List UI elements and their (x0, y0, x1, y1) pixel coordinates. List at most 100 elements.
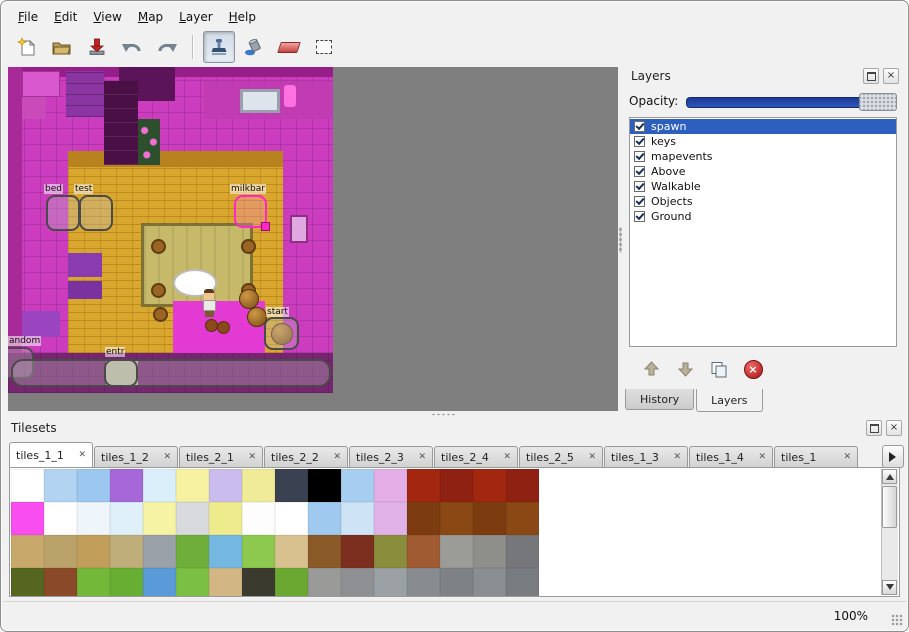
menu-file[interactable]: File (11, 8, 45, 26)
tileset-tile[interactable] (209, 502, 242, 535)
tab-close-icon[interactable]: ✕ (503, 453, 511, 462)
object-resize-handle[interactable] (261, 222, 270, 231)
close-dock-button[interactable]: × (883, 68, 899, 84)
tileset-tile[interactable] (473, 502, 506, 535)
tileset-tile[interactable] (275, 469, 308, 502)
lower-layer-button[interactable] (671, 355, 699, 383)
tileset-tile[interactable] (374, 535, 407, 568)
layer-row-Objects[interactable]: Objects (630, 194, 896, 209)
tileset-tile[interactable] (77, 535, 110, 568)
map-object-bed[interactable] (46, 195, 80, 231)
tileset-tile[interactable] (473, 469, 506, 502)
tileset-tile[interactable] (440, 469, 473, 502)
tileset-tile[interactable] (110, 535, 143, 568)
tab-scroll-right-button[interactable] (882, 445, 904, 468)
tileset-tile[interactable] (77, 568, 110, 597)
layer-row-keys[interactable]: keys (630, 134, 896, 149)
tileset-tile[interactable] (143, 502, 176, 535)
tab-close-icon[interactable]: ✕ (588, 453, 596, 462)
layer-row-Ground[interactable]: Ground (630, 209, 896, 224)
menu-help[interactable]: Help (222, 8, 263, 26)
tileset-tile[interactable] (440, 502, 473, 535)
rectangular-select-tool-button[interactable] (308, 31, 340, 63)
tileset-tile[interactable] (440, 535, 473, 568)
new-file-button[interactable] (11, 31, 43, 63)
tileset-tile[interactable] (11, 469, 44, 502)
scroll-down-button[interactable] (882, 580, 897, 595)
close-dock-button[interactable]: × (886, 420, 902, 436)
opacity-slider-handle[interactable] (859, 93, 897, 111)
tab-layers[interactable]: Layers (696, 389, 762, 412)
tileset-tile[interactable] (374, 469, 407, 502)
tileset-tab-tiles_2_3[interactable]: tiles_2_3✕ (349, 446, 433, 467)
tileset-tile[interactable] (143, 568, 176, 597)
resize-grip[interactable] (891, 614, 903, 626)
tileset-tile[interactable] (110, 469, 143, 502)
tileset-tile[interactable] (341, 535, 374, 568)
tab-close-icon[interactable]: ✕ (758, 453, 766, 462)
menu-edit[interactable]: Edit (47, 8, 84, 26)
tileset-tile[interactable] (308, 469, 341, 502)
tileset-tab-tiles_1[interactable]: tiles_1✕ (774, 446, 858, 467)
tileset-tab-tiles_1_2[interactable]: tiles_1_2✕ (94, 446, 178, 467)
tileset-tile[interactable] (275, 535, 308, 568)
layer-visibility-checkbox[interactable] (634, 136, 645, 147)
layer-row-spawn[interactable]: spawn (630, 119, 896, 134)
layer-visibility-checkbox[interactable] (634, 121, 645, 132)
tileset-tile[interactable] (110, 568, 143, 597)
tab-close-icon[interactable]: ✕ (78, 451, 86, 460)
tileset-tile[interactable] (242, 469, 275, 502)
tileset-tile[interactable] (176, 469, 209, 502)
map-object-entr[interactable] (104, 359, 138, 387)
save-file-button[interactable] (81, 31, 113, 63)
tileset-tile[interactable] (143, 469, 176, 502)
layer-visibility-checkbox[interactable] (634, 166, 645, 177)
layer-row-Walkable[interactable]: Walkable (630, 179, 896, 194)
float-dock-button[interactable] (863, 68, 879, 84)
menu-layer[interactable]: Layer (172, 8, 219, 26)
tab-close-icon[interactable]: ✕ (843, 453, 851, 462)
tileset-tile[interactable] (440, 568, 473, 597)
tileset-tile[interactable] (44, 469, 77, 502)
tileset-tile[interactable] (11, 535, 44, 568)
tileset-tile[interactable] (242, 568, 275, 597)
tileset-tile[interactable] (176, 502, 209, 535)
tileset-tile[interactable] (77, 502, 110, 535)
tileset-tile[interactable] (308, 502, 341, 535)
tileset-tile[interactable] (407, 568, 440, 597)
map-object-wide[interactable] (11, 359, 331, 387)
tileset-scrollbar[interactable] (881, 469, 898, 595)
tab-close-icon[interactable]: ✕ (418, 453, 426, 462)
scrollbar-thumb[interactable] (882, 486, 897, 528)
tileset-tile[interactable] (506, 535, 539, 568)
layer-visibility-checkbox[interactable] (634, 211, 645, 222)
tileset-tab-tiles_1_1[interactable]: tiles_1_1✕ (9, 442, 93, 467)
tileset-tile[interactable] (407, 502, 440, 535)
tileset-tile[interactable] (506, 469, 539, 502)
bucket-fill-tool-button[interactable] (238, 31, 270, 63)
tileset-tab-tiles_2_1[interactable]: tiles_2_1✕ (179, 446, 263, 467)
tileset-tile[interactable] (407, 535, 440, 568)
tileset-tile[interactable] (473, 535, 506, 568)
tileset-tile[interactable] (308, 568, 341, 597)
tileset-tab-tiles_1_3[interactable]: tiles_1_3✕ (604, 446, 688, 467)
tileset-tab-tiles_1_4[interactable]: tiles_1_4✕ (689, 446, 773, 467)
tileset-tile[interactable] (341, 469, 374, 502)
tileset-tab-tiles_2_5[interactable]: tiles_2_5✕ (519, 446, 603, 467)
map-object-test[interactable] (79, 195, 113, 231)
tab-history[interactable]: History (625, 389, 694, 410)
tileset-tile[interactable] (275, 502, 308, 535)
map-object-start[interactable] (264, 317, 299, 350)
horizontal-splitter[interactable] (3, 411, 906, 419)
layer-row-mapevents[interactable]: mapevents (630, 149, 896, 164)
menu-map[interactable]: Map (131, 8, 170, 26)
opacity-slider[interactable] (686, 92, 897, 110)
tileset-tile[interactable] (44, 568, 77, 597)
tileset-tile[interactable] (275, 568, 308, 597)
stamp-brush-tool-button[interactable] (203, 31, 235, 63)
undo-button[interactable] (116, 31, 148, 63)
tileset-tile[interactable] (341, 502, 374, 535)
tileset-tile[interactable] (374, 502, 407, 535)
tileset-tile[interactable] (209, 568, 242, 597)
tileset-tile[interactable] (176, 568, 209, 597)
